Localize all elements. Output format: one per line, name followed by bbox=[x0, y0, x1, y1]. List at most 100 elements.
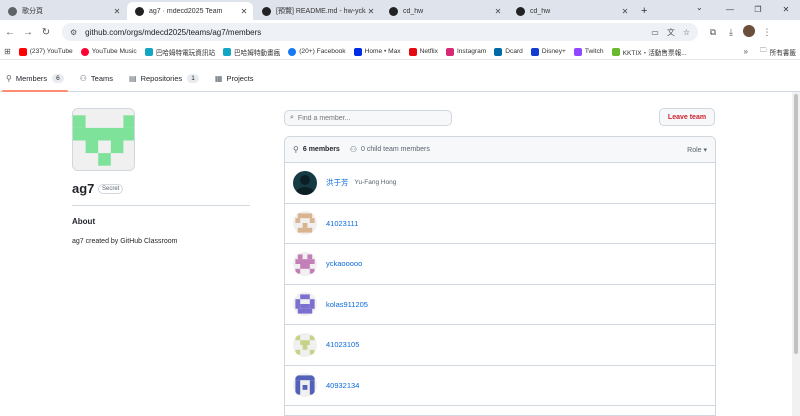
kktix-icon bbox=[611, 47, 620, 56]
bookmark-item[interactable]: KKTIX・活動售票報... bbox=[611, 47, 687, 57]
member-login-link[interactable]: 洪于芳 bbox=[326, 177, 349, 188]
address-bar[interactable]: ⚙ github.com/orgs/mdecd2025/teams/ag7/me… bbox=[62, 23, 698, 41]
table-row: yckaooooo bbox=[285, 244, 715, 285]
maximize-icon[interactable]: ❐ bbox=[744, 5, 772, 14]
site-info-icon[interactable]: ⚙ bbox=[70, 28, 77, 37]
facebook-icon bbox=[288, 47, 297, 56]
url-text: github.com/orgs/mdecd2025/teams/ag7/memb… bbox=[85, 27, 262, 37]
chevron-down-icon[interactable]: ⌄ bbox=[696, 3, 703, 12]
tab-label: Teams bbox=[90, 73, 114, 83]
search-input[interactable] bbox=[297, 114, 438, 122]
bookmark-item[interactable]: Disney+ bbox=[530, 47, 566, 56]
close-icon[interactable]: ✕ bbox=[112, 7, 122, 16]
bookmarks-bar: ⊞ (237) YouTube YouTube Music 巴哈姆特電玩資訊站 … bbox=[0, 44, 800, 60]
twitch-icon bbox=[573, 47, 582, 56]
member-search[interactable]: ⌕ bbox=[284, 110, 452, 126]
bookmark-item[interactable]: 巴哈姆特電玩資訊站 bbox=[144, 47, 215, 57]
bookmark-item[interactable]: Home • Max bbox=[353, 47, 401, 56]
identicon-image bbox=[293, 292, 317, 317]
download-icon[interactable]: ⤓ bbox=[722, 27, 740, 38]
role-filter-dropdown[interactable]: Role ▾ bbox=[687, 146, 707, 154]
table-icon: ▦ bbox=[214, 73, 223, 83]
bahamut-icon bbox=[144, 47, 153, 56]
translate-icon[interactable]: 文 bbox=[667, 27, 675, 38]
avatar[interactable] bbox=[740, 25, 758, 39]
member-login-link[interactable]: yckaooooo bbox=[326, 259, 362, 268]
bahamut-icon bbox=[223, 47, 232, 56]
avatar[interactable] bbox=[293, 211, 317, 236]
identicon-image bbox=[73, 109, 134, 170]
browser-tab-4[interactable]: cd_hw ✕ bbox=[381, 2, 507, 20]
tab-label: Projects bbox=[226, 73, 254, 83]
bookmark-item[interactable]: Twitch bbox=[573, 47, 604, 56]
table-row: 洪于芳 Yu-Fang Hong bbox=[285, 163, 715, 204]
bookmark-item[interactable]: YouTube Music bbox=[80, 47, 137, 56]
browser-tab-5[interactable]: cd_hw ✕ bbox=[508, 2, 634, 20]
counter-badge: 6 bbox=[52, 73, 64, 83]
identicon-image bbox=[293, 251, 317, 276]
tab-members[interactable]: ⚲ Members 6 bbox=[0, 65, 70, 92]
browser-tab-2[interactable]: ag7 · mdecd2025 Team ✕ bbox=[127, 2, 253, 20]
tab-label: Repositories bbox=[140, 73, 183, 83]
avatar[interactable] bbox=[293, 170, 317, 195]
close-window-icon[interactable]: ✕ bbox=[772, 5, 800, 14]
bookmark-star-icon[interactable]: ☆ bbox=[683, 28, 690, 37]
close-icon[interactable]: ✕ bbox=[239, 7, 249, 16]
avatar[interactable] bbox=[293, 373, 317, 398]
folder-icon: 🗀 bbox=[760, 47, 767, 54]
member-login-link[interactable]: 41023111 bbox=[326, 219, 358, 228]
back-icon[interactable]: ← bbox=[2, 27, 18, 38]
child-members-link[interactable]: 0 child team members bbox=[361, 146, 430, 153]
tab-title: ag7 · mdecd2025 Team bbox=[149, 7, 223, 15]
close-icon[interactable]: ✕ bbox=[493, 7, 503, 16]
member-login-link[interactable]: 40932134 bbox=[326, 381, 359, 390]
team-nav: ⚲ Members 6 ⚇ Teams ▤ Repositories 1 ▦ P… bbox=[0, 66, 800, 92]
bookmark-item[interactable]: Instagram bbox=[445, 47, 486, 56]
github-icon bbox=[389, 6, 398, 16]
bookmark-item[interactable]: 巴哈姆特動畫瘋 bbox=[223, 47, 280, 57]
member-login-link[interactable]: 41023105 bbox=[326, 340, 359, 349]
new-tab-button[interactable]: + bbox=[635, 2, 653, 20]
apps-grid-icon[interactable]: ⊞ bbox=[4, 47, 11, 56]
team-name: ag7 bbox=[72, 181, 95, 196]
browser-tab-1[interactable]: 歌分頁 ✕ bbox=[0, 2, 126, 20]
browser-tabstrip: 歌分頁 ✕ ag7 · mdecd2025 Team ✕ [預覽] README… bbox=[0, 0, 800, 20]
bookmark-item[interactable]: Dcard bbox=[494, 47, 523, 56]
instagram-icon bbox=[445, 47, 454, 56]
tab-title: cd_hw bbox=[530, 7, 551, 15]
menu-icon[interactable]: ⋮ bbox=[758, 27, 776, 38]
tab-repositories[interactable]: ▤ Repositories 1 bbox=[123, 65, 205, 91]
chevron-right-icon[interactable]: » bbox=[744, 47, 748, 56]
people-icon: ⚇ bbox=[79, 73, 87, 83]
table-row: 41023111 bbox=[285, 204, 715, 244]
person-icon: ⚲ bbox=[6, 73, 12, 83]
avatar[interactable] bbox=[293, 332, 317, 357]
bookmark-item[interactable]: Netflix bbox=[408, 47, 438, 56]
members-list: ⚲ 6 members ⚇ 0 child team members Role … bbox=[284, 136, 716, 416]
member-login-link[interactable]: kolas911205 bbox=[326, 300, 368, 309]
scrollbar-thumb[interactable] bbox=[794, 94, 798, 354]
reload-icon[interactable]: ↻ bbox=[38, 27, 54, 38]
tab-teams[interactable]: ⚇ Teams bbox=[74, 65, 119, 91]
people-icon: ⚇ bbox=[349, 145, 357, 154]
close-icon[interactable]: ✕ bbox=[620, 7, 630, 16]
browser-toolbar: ← → ↻ ⚙ github.com/orgs/mdecd2025/teams/… bbox=[0, 20, 800, 44]
extensions-icon[interactable]: ⧉ bbox=[704, 27, 722, 38]
bookmark-item[interactable]: (237) YouTube bbox=[18, 47, 73, 56]
avatar[interactable] bbox=[293, 251, 317, 276]
tab-projects[interactable]: ▦ Projects bbox=[209, 65, 260, 91]
forward-icon[interactable]: → bbox=[20, 27, 36, 38]
page-scrollbar[interactable] bbox=[792, 92, 800, 416]
tab-title: cd_hw bbox=[403, 7, 424, 15]
minimize-icon[interactable]: — bbox=[716, 5, 744, 14]
leave-team-button[interactable]: Leave team bbox=[659, 108, 715, 126]
avatar[interactable] bbox=[293, 292, 317, 317]
bookmark-item[interactable]: (20+) Facebook bbox=[288, 47, 346, 56]
members-count[interactable]: 6 members bbox=[303, 146, 340, 153]
browser-tab-3[interactable]: [預覽] README.md - hw-ycka ✕ bbox=[254, 2, 380, 20]
max-icon bbox=[353, 47, 362, 56]
all-bookmarks-button[interactable]: 🗀 所有書籤 bbox=[760, 46, 796, 57]
github-icon bbox=[135, 6, 144, 16]
install-icon[interactable]: ▭ bbox=[651, 28, 659, 37]
close-icon[interactable]: ✕ bbox=[366, 7, 376, 16]
